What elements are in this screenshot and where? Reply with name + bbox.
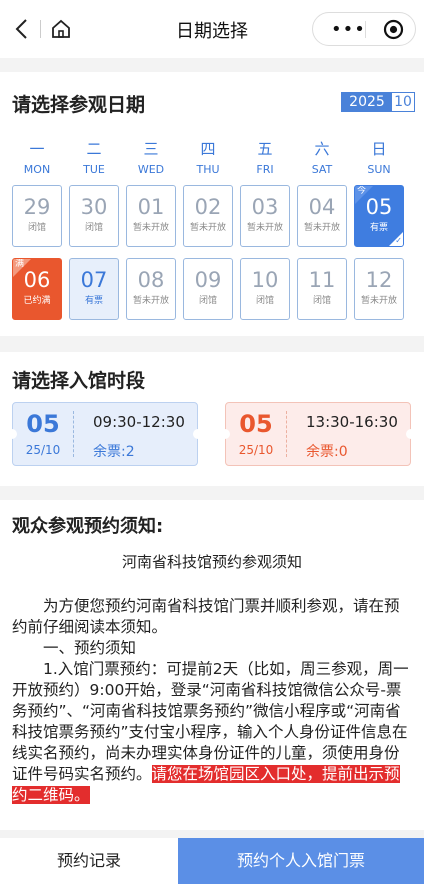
calendar-day-30[interactable]: 30 闭馆 <box>69 185 119 247</box>
weekday-en: MON <box>23 163 51 176</box>
timeslot-heading: 请选择入馆时段 <box>12 370 146 392</box>
weekday-cn: 三 <box>143 140 159 158</box>
weekday-en: TUE <box>83 163 105 176</box>
weekday-en: WED <box>137 163 165 176</box>
calendar-day-08[interactable]: 08 暂未开放 <box>126 258 176 320</box>
capsule-divider <box>365 21 366 38</box>
day-number: 01 <box>137 195 165 219</box>
day-status: 已约满 <box>23 296 51 306</box>
year-label: 2025 <box>342 93 392 111</box>
calendar-day-04[interactable]: 04 暂未开放 <box>297 185 347 247</box>
calendar-day-09[interactable]: 09 闭馆 <box>183 258 233 320</box>
weekday-cn: 日 <box>371 140 387 158</box>
slot-tickets: 余票:0 <box>306 444 348 460</box>
day-number: 11 <box>308 268 336 292</box>
day-number: 04 <box>308 195 336 219</box>
nav-bar: 日期选择 ••• <box>0 0 424 58</box>
day-status: 暂未开放 <box>189 223 226 233</box>
book-ticket-button[interactable]: 预约个人入馆门票 <box>178 838 424 884</box>
slot-day: 05 <box>26 410 60 438</box>
slot-day: 05 <box>239 410 273 438</box>
weekday-cn: 四 <box>200 140 216 158</box>
calendar-day-03[interactable]: 03 暂未开放 <box>240 185 290 247</box>
calendar-day-06[interactable]: 满 06 已约满 <box>12 258 62 320</box>
weekday-en: SAT <box>311 163 333 176</box>
slot-time: 09:30-12:30 <box>93 413 185 431</box>
notice-item-1: 1.入馆门票预约：可提前2天（比如，周三参观，周一开放预约）9:00开始，登录“… <box>12 659 412 806</box>
year-month-selector[interactable]: 2025 10 <box>341 92 415 112</box>
close-miniprogram-icon[interactable] <box>383 19 404 40</box>
day-tag: 满 <box>15 259 25 269</box>
weekday-en: THU <box>196 163 220 176</box>
weekday-header: 六 SAT <box>297 140 347 178</box>
calendar-day-02[interactable]: 02 暂未开放 <box>183 185 233 247</box>
notice-section-title: 一、预约须知 <box>43 639 137 657</box>
calendar-day-11[interactable]: 11 闭馆 <box>297 258 347 320</box>
ticket-divider <box>73 411 74 457</box>
day-status: 暂未开放 <box>303 223 340 233</box>
day-status: 暂未开放 <box>360 296 397 306</box>
day-number: 07 <box>80 268 108 292</box>
weekday-header: 五 FRI <box>240 140 290 178</box>
calendar-day-10[interactable]: 10 闭馆 <box>240 258 290 320</box>
day-status: 暂未开放 <box>132 296 169 306</box>
weekday-en: SUN <box>367 163 391 176</box>
day-number: 08 <box>137 268 165 292</box>
day-status: 有票 <box>84 296 103 306</box>
weekday-cn: 二 <box>86 140 102 158</box>
calendar-day-12[interactable]: 12 暂未开放 <box>354 258 404 320</box>
day-number: 09 <box>194 268 222 292</box>
slot-time: 13:30-16:30 <box>306 413 398 431</box>
calendar-day-05[interactable]: 今 05 有票 ✓ <box>354 185 404 247</box>
day-status: 暂未开放 <box>246 223 283 233</box>
day-status: 暂未开放 <box>132 223 169 233</box>
bottom-bar: 预约记录 预约个人入馆门票 <box>0 838 424 884</box>
notice-intro: 为方便您预约河南省科技馆门票并顺利参观，请在预约前仔细阅读本须知。 <box>12 597 400 636</box>
day-tag: 今 <box>357 186 367 196</box>
check-icon: ✓ <box>395 236 402 245</box>
notice-title: 河南省科技馆预约参观须知 <box>121 553 302 571</box>
weekday-cn: 六 <box>314 140 330 158</box>
ticket-notch <box>193 429 203 439</box>
weekday-header: 日 SUN <box>354 140 404 178</box>
day-status: 闭馆 <box>255 296 274 306</box>
weekday-header: 二 TUE <box>69 140 119 178</box>
day-number: 30 <box>80 195 108 219</box>
more-icon[interactable]: ••• <box>331 21 366 39</box>
month-label: 10 <box>392 93 414 111</box>
slot-tickets: 余票:2 <box>93 444 135 460</box>
slot-date: 25/10 <box>25 443 61 457</box>
day-status: 闭馆 <box>84 223 103 233</box>
weekday-header: 四 THU <box>183 140 233 178</box>
weekday-header: 三 WED <box>126 140 176 178</box>
timeslot-card-afternoon[interactable]: 05 25/10 13:30-16:30 余票:0 <box>220 402 416 466</box>
day-status: 闭馆 <box>198 296 217 306</box>
miniprogram-capsule: ••• <box>312 12 416 46</box>
ticket-divider <box>286 411 287 457</box>
notice-heading: 观众参观预约须知: <box>12 516 164 537</box>
day-status: 闭馆 <box>312 296 331 306</box>
calendar-day-29[interactable]: 29 闭馆 <box>12 185 62 247</box>
day-number: 29 <box>23 195 51 219</box>
weekday-en: FRI <box>256 163 274 176</box>
weekday-cn: 一 <box>29 140 45 158</box>
calendar-day-07[interactable]: 07 有票 <box>69 258 119 320</box>
day-number: 12 <box>365 268 393 292</box>
day-number: 02 <box>194 195 222 219</box>
day-status: 闭馆 <box>27 223 46 233</box>
date-heading: 请选择参观日期 <box>12 94 146 116</box>
ticket-notch <box>406 429 416 439</box>
slot-date: 25/10 <box>238 443 274 457</box>
weekday-header: 一 MON <box>12 140 62 178</box>
day-number: 03 <box>251 195 279 219</box>
timeslot-card-morning[interactable]: 05 25/10 09:30-12:30 余票:2 <box>7 402 203 466</box>
day-number: 10 <box>251 268 279 292</box>
calendar-day-01[interactable]: 01 暂未开放 <box>126 185 176 247</box>
weekday-cn: 五 <box>257 140 273 158</box>
booking-record-button[interactable]: 预约记录 <box>0 838 178 884</box>
